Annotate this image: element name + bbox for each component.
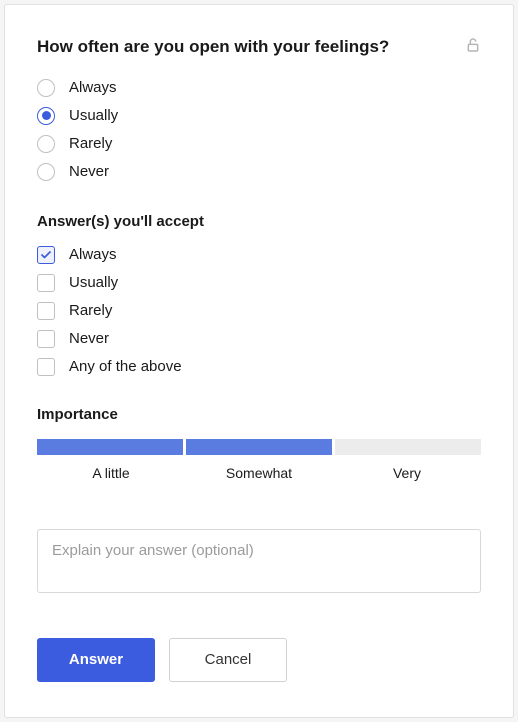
button-row: Answer Cancel (37, 638, 481, 682)
importance-label-1: A little (37, 465, 185, 481)
importance-section: Importance A little Somewhat Very (37, 406, 481, 481)
importance-seg-2[interactable] (186, 439, 332, 455)
checkbox-label: Rarely (69, 302, 112, 319)
checkbox-label: Never (69, 330, 109, 347)
checkbox-icon (37, 330, 55, 348)
importance-label-2: Somewhat (185, 465, 333, 481)
radio-option-always[interactable]: Always (37, 79, 481, 97)
checkbox-option-any[interactable]: Any of the above (37, 358, 481, 376)
importance-seg-1[interactable] (37, 439, 183, 455)
importance-labels: A little Somewhat Very (37, 465, 481, 481)
checkbox-option-never[interactable]: Never (37, 330, 481, 348)
checkbox-icon (37, 246, 55, 264)
radio-label: Always (69, 79, 117, 96)
checkbox-label: Any of the above (69, 358, 182, 375)
unlock-icon[interactable] (465, 37, 481, 58)
answer-radio-group: Always Usually Rarely Never (37, 79, 481, 181)
radio-option-usually[interactable]: Usually (37, 107, 481, 125)
checkbox-icon (37, 302, 55, 320)
importance-title: Importance (37, 406, 481, 423)
checkbox-option-always[interactable]: Always (37, 246, 481, 264)
answer-button[interactable]: Answer (37, 638, 155, 682)
question-title: How often are you open with your feeling… (37, 35, 389, 59)
checkbox-option-rarely[interactable]: Rarely (37, 302, 481, 320)
radio-option-never[interactable]: Never (37, 163, 481, 181)
explain-textarea[interactable] (37, 529, 481, 593)
importance-slider[interactable] (37, 439, 481, 455)
accept-title: Answer(s) you'll accept (37, 213, 481, 230)
radio-icon (37, 135, 55, 153)
radio-icon (37, 107, 55, 125)
checkbox-icon (37, 274, 55, 292)
cancel-button[interactable]: Cancel (169, 638, 287, 682)
importance-label-3: Very (333, 465, 481, 481)
radio-icon (37, 79, 55, 97)
question-card: How often are you open with your feeling… (4, 4, 514, 718)
radio-icon (37, 163, 55, 181)
accept-checkbox-group: Always Usually Rarely Never Any of the a… (37, 246, 481, 376)
checkbox-label: Usually (69, 274, 118, 291)
question-header: How often are you open with your feeling… (37, 35, 481, 59)
radio-option-rarely[interactable]: Rarely (37, 135, 481, 153)
radio-label: Rarely (69, 135, 112, 152)
checkbox-label: Always (69, 246, 117, 263)
checkbox-option-usually[interactable]: Usually (37, 274, 481, 292)
importance-seg-3[interactable] (335, 439, 481, 455)
radio-label: Usually (69, 107, 118, 124)
radio-label: Never (69, 163, 109, 180)
checkbox-icon (37, 358, 55, 376)
